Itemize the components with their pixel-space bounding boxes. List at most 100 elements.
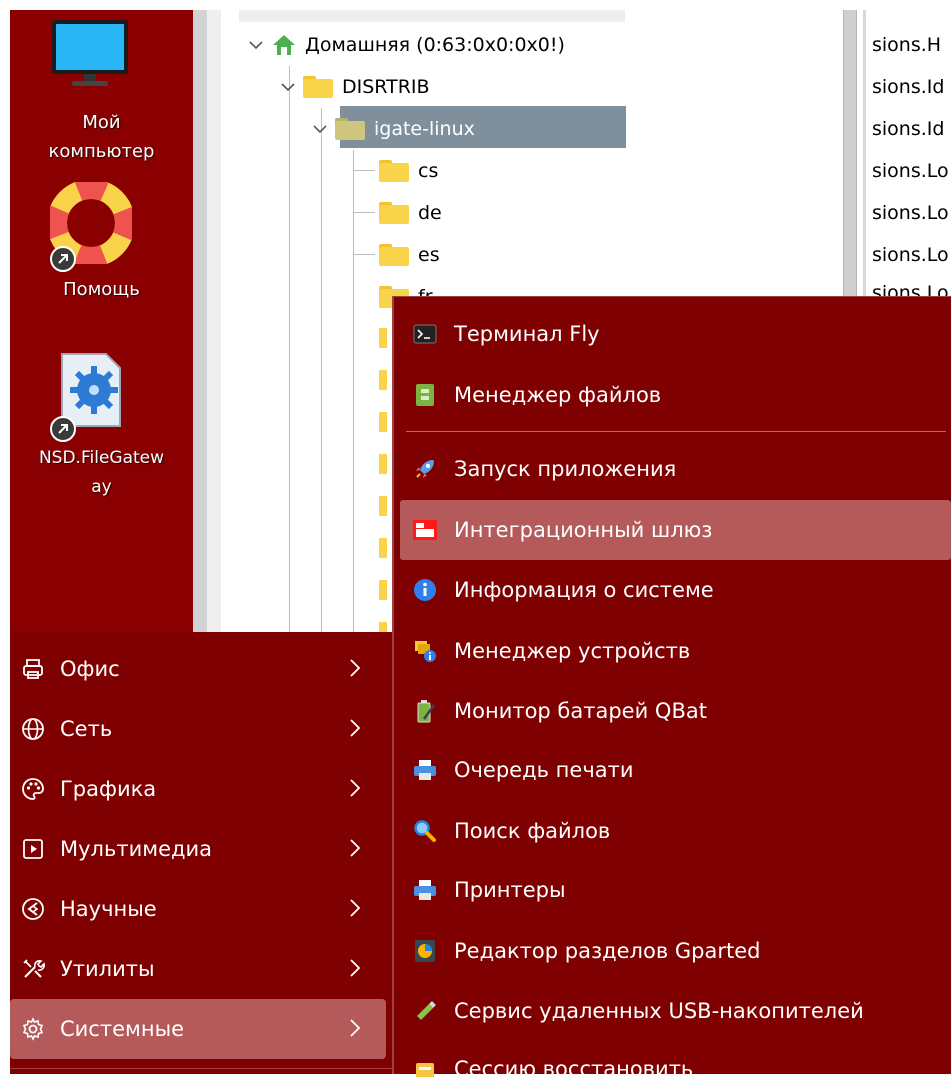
chevron-down-icon[interactable]	[311, 120, 329, 138]
file-list-item[interactable]: sions.Lo	[872, 160, 949, 182]
chevron-down-icon[interactable]	[247, 36, 265, 54]
folder-icon	[379, 538, 387, 558]
start-menu: Офис Сеть Графика Мультимедиа Научные Ут…	[10, 632, 394, 1074]
globe-icon	[20, 716, 46, 742]
file-list-item[interactable]: sions.Lo	[872, 202, 949, 224]
desktop-icon-label: ay	[91, 477, 112, 497]
submenu-item-label: Интеграционный шлюз	[454, 518, 713, 542]
menu-category-label: Системные	[60, 1017, 185, 1041]
desktop-icon-my-computer[interactable]: Мой компьютер	[10, 10, 193, 180]
terminal-icon	[412, 321, 438, 347]
submenu-item-file-manager[interactable]: Менеджер файлов	[400, 365, 951, 425]
menu-category-label: Офис	[60, 657, 120, 681]
submenu-item-printers[interactable]: Принтеры	[400, 860, 951, 920]
folder-icon	[379, 244, 409, 266]
shortcut-arrow-icon	[50, 246, 76, 272]
desktop-icon-label: NSD.FileGatew	[38, 448, 165, 468]
tree-item-de[interactable]: de	[379, 196, 442, 230]
file-list-item[interactable]: sions.Id	[872, 118, 944, 140]
tree-item-home[interactable]: Домашняя (0:63:0x0:0x0!)	[247, 28, 565, 62]
submenu-item-run-application[interactable]: Запуск приложения	[400, 439, 951, 499]
menu-category-network[interactable]: Сеть	[10, 699, 394, 759]
monitor-icon	[52, 20, 128, 86]
submenu-item-device-manager[interactable]: Менеджер устройств	[400, 621, 951, 681]
tree-item-es[interactable]: es	[379, 238, 440, 272]
gear-icon	[20, 1016, 46, 1042]
battery-icon	[412, 698, 438, 724]
submenu-item-terminal[interactable]: Терминал Fly	[400, 304, 951, 364]
desktop: Мой компьютер Помощь NSD.FileGatew ay	[10, 10, 193, 640]
tree-item-label: Домашняя (0:63:0x0:0x0!)	[305, 34, 565, 56]
folder-icon	[379, 328, 387, 348]
file-list-item[interactable]: sions.Id	[872, 76, 944, 98]
menu-category-system[interactable]: Системные	[10, 999, 386, 1059]
submenu-item-label: Менеджер устройств	[454, 639, 691, 663]
chevron-right-icon	[350, 959, 361, 977]
menu-category-label: Сеть	[60, 717, 113, 741]
submenu-item-usb-service[interactable]: Сервис удаленных USB-накопителей	[400, 981, 951, 1041]
menu-category-office[interactable]: Офис	[10, 639, 394, 699]
tree-left-border	[193, 10, 207, 640]
desktop-icon-nsd-filegateway[interactable]: NSD.FileGatew ay	[10, 346, 193, 516]
printer-outline-icon	[20, 656, 46, 682]
submenu-item-label: Запуск приложения	[454, 457, 677, 481]
folder-icon	[335, 118, 365, 140]
submenu-item-label: Менеджер файлов	[454, 383, 662, 407]
file-list-item[interactable]: sions.Lo	[872, 244, 949, 266]
menu-category-label: Графика	[60, 777, 157, 801]
submenu-item-label: Сессию восстановить	[454, 1057, 694, 1077]
folder-icon	[379, 202, 409, 224]
usb-icon	[412, 998, 438, 1024]
tree-gutter	[207, 10, 221, 640]
folder-icon	[379, 496, 387, 516]
submenu-item-integration-gateway[interactable]: Интеграционный шлюз	[400, 500, 951, 560]
desktop-icon-label: компьютер	[48, 141, 155, 162]
menu-category-label: Утилиты	[60, 957, 155, 981]
tree-item-label: es	[418, 244, 440, 266]
menu-category-graphics[interactable]: Графика	[10, 759, 394, 819]
submenu-separator	[406, 431, 946, 432]
device-manager-icon	[412, 638, 438, 664]
tree-row-partial[interactable]	[239, 10, 625, 22]
file-list-item[interactable]: sions.H	[872, 34, 941, 56]
tree-item-igate-linux[interactable]: igate-linux	[311, 112, 475, 146]
submenu-item-label: Поиск файлов	[454, 819, 611, 843]
tools-icon	[20, 956, 46, 982]
submenu-item-system-info[interactable]: Информация о системе	[400, 560, 951, 620]
submenu-item-battery-monitor[interactable]: Монитор батарей QBat	[400, 681, 951, 741]
submenu-item-print-queue[interactable]: Очередь печати	[400, 740, 951, 800]
session-icon	[412, 1059, 438, 1077]
submenu-item-gparted[interactable]: Редактор разделов Gparted	[400, 921, 951, 981]
submenu-item-label: Принтеры	[454, 878, 566, 902]
menu-category-label: Научные	[60, 897, 157, 921]
tree-item-disrtrib[interactable]: DISRTRIB	[279, 70, 430, 104]
folder-icon	[379, 454, 387, 474]
play-box-icon	[20, 836, 46, 862]
file-manager-icon	[412, 382, 438, 408]
desktop-icon-label: Помощь	[63, 279, 140, 300]
submenu-item-label: Сервис удаленных USB-накопителей	[454, 999, 864, 1023]
gparted-icon	[412, 938, 438, 964]
chevron-right-icon	[350, 719, 361, 737]
desktop-icon-label: Мой	[82, 112, 121, 133]
printer-icon	[412, 877, 438, 903]
chevron-down-icon[interactable]	[279, 78, 297, 96]
desktop-icon-help[interactable]: Помощь	[10, 176, 193, 306]
folder-icon	[379, 370, 387, 390]
gateway-icon	[412, 517, 438, 543]
menu-category-science[interactable]: Научные	[10, 879, 394, 939]
menu-separator	[10, 1068, 394, 1069]
info-icon	[412, 577, 438, 603]
chevron-right-icon	[350, 779, 361, 797]
palette-icon	[20, 776, 46, 802]
menu-category-utilities[interactable]: Утилиты	[10, 939, 394, 999]
submenu-item-session-restore[interactable]: Сессию восстановить	[400, 1041, 951, 1077]
chevron-right-icon	[350, 839, 361, 857]
chevron-right-icon	[350, 1019, 361, 1037]
magnifier-icon	[412, 818, 438, 844]
menu-category-multimedia[interactable]: Мультимедиа	[10, 819, 394, 879]
submenu-item-file-search[interactable]: Поиск файлов	[400, 801, 951, 861]
tree-item-cs[interactable]: cs	[379, 154, 438, 188]
science-icon	[20, 896, 46, 922]
tree-item-label: de	[418, 202, 442, 224]
